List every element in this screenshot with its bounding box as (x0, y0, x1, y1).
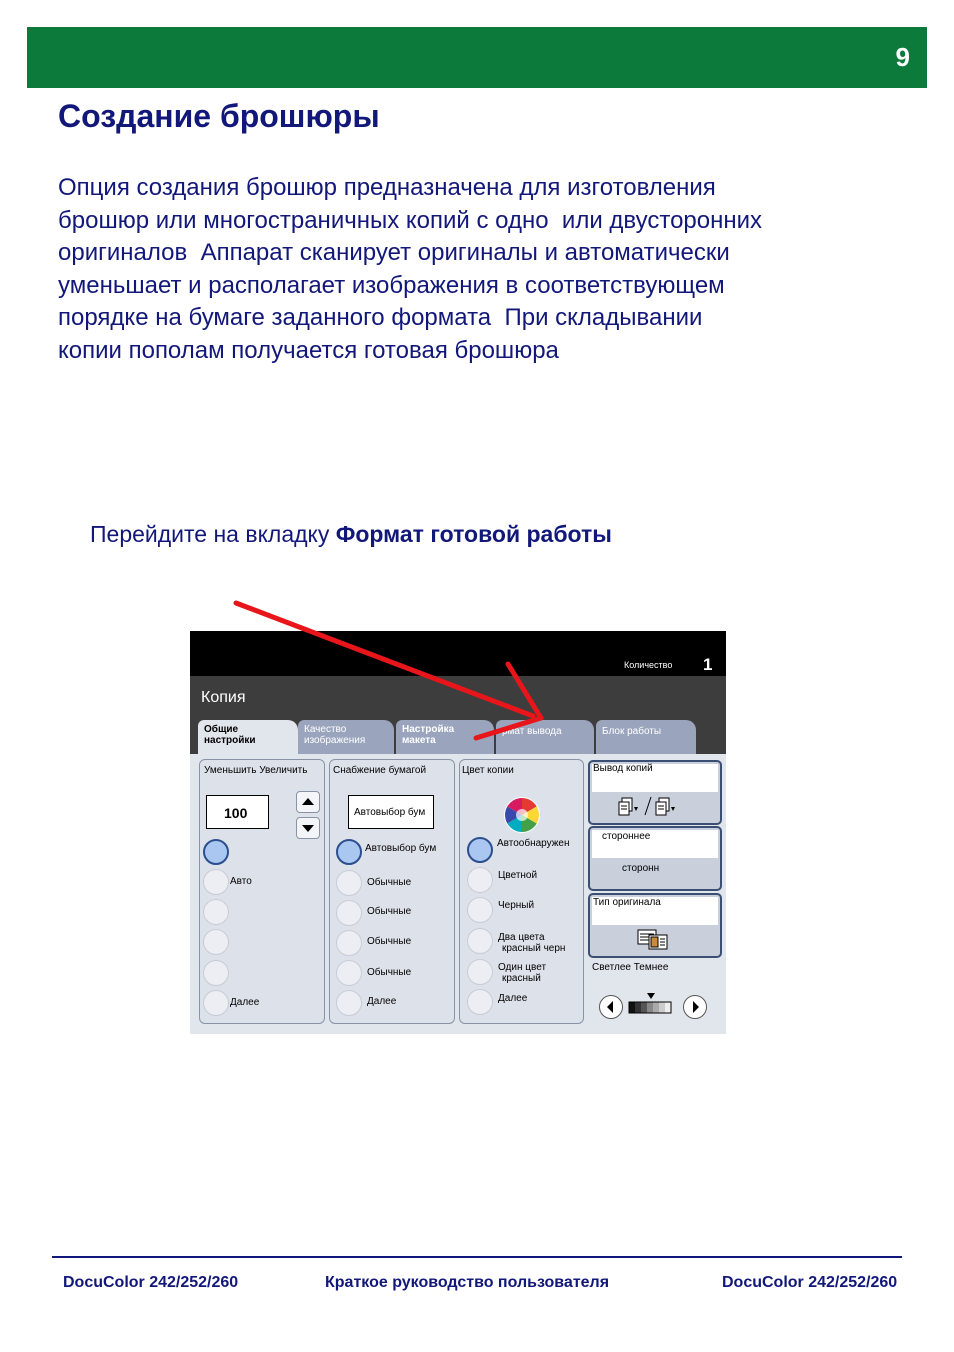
pointer-arrow-icon (233, 600, 544, 741)
footer-left: DocuColor 242/252/260 (63, 1274, 239, 1291)
footer-divider (52, 1256, 902, 1258)
footer-center: Краткое руководство пользователя (325, 1274, 610, 1291)
footer-right: DocuColor 242/252/260 (722, 1274, 898, 1291)
